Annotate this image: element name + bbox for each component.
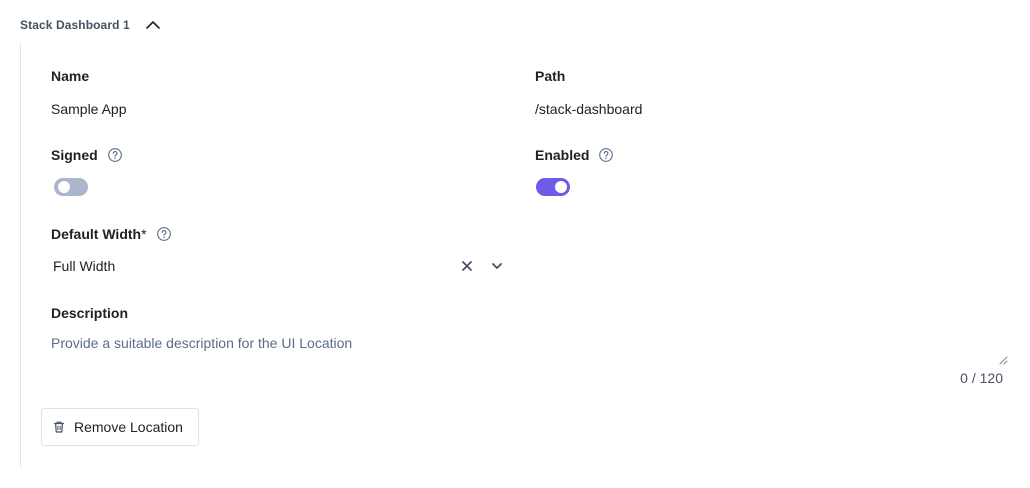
enabled-toggle[interactable] [536, 178, 570, 196]
required-mark: * [141, 226, 147, 242]
character-counter: 0 / 120 [960, 370, 1003, 386]
path-label-text: Path [535, 68, 566, 84]
toggle-knob [58, 181, 70, 193]
default-width-label: Default Width* [51, 225, 172, 243]
toggle-knob [555, 181, 567, 193]
help-icon[interactable] [156, 226, 172, 242]
chevron-down-icon[interactable] [487, 256, 507, 276]
signed-toggle[interactable] [54, 178, 88, 196]
name-value[interactable]: Sample App [51, 100, 127, 118]
description-label-text: Description [51, 305, 129, 321]
help-icon[interactable] [598, 147, 614, 163]
close-icon[interactable] [457, 256, 477, 276]
description-textarea[interactable] [51, 332, 1008, 367]
section-title: Stack Dashboard 1 [20, 18, 130, 32]
enabled-label-text: Enabled [535, 147, 590, 163]
remove-location-button[interactable]: Remove Location [41, 408, 199, 446]
name-label: Name [51, 67, 89, 85]
path-value[interactable]: /stack-dashboard [535, 100, 642, 118]
section-body: Name Sample App Path /stack-dashboard Si… [20, 44, 1021, 467]
signed-label-text: Signed [51, 147, 98, 163]
signed-label: Signed [51, 146, 123, 164]
section-header[interactable]: Stack Dashboard 1 [20, 14, 162, 36]
resize-handle-icon[interactable] [998, 352, 1008, 365]
default-width-value: Full Width [53, 258, 116, 274]
name-label-text: Name [51, 68, 90, 84]
default-width-label-main: Default Width [51, 226, 142, 242]
enabled-label: Enabled [535, 146, 614, 164]
default-width-select[interactable]: Full Width [51, 254, 507, 278]
remove-location-label: Remove Location [74, 419, 183, 435]
default-width-label-text: Default Width* [51, 226, 147, 242]
help-icon[interactable] [107, 147, 123, 163]
ui-location-panel: Stack Dashboard 1 Name Sample App Path /… [0, 0, 1030, 488]
path-label: Path [535, 67, 565, 85]
chevron-up-icon[interactable] [144, 16, 162, 34]
trash-icon [52, 420, 66, 434]
description-label: Description [51, 304, 128, 322]
